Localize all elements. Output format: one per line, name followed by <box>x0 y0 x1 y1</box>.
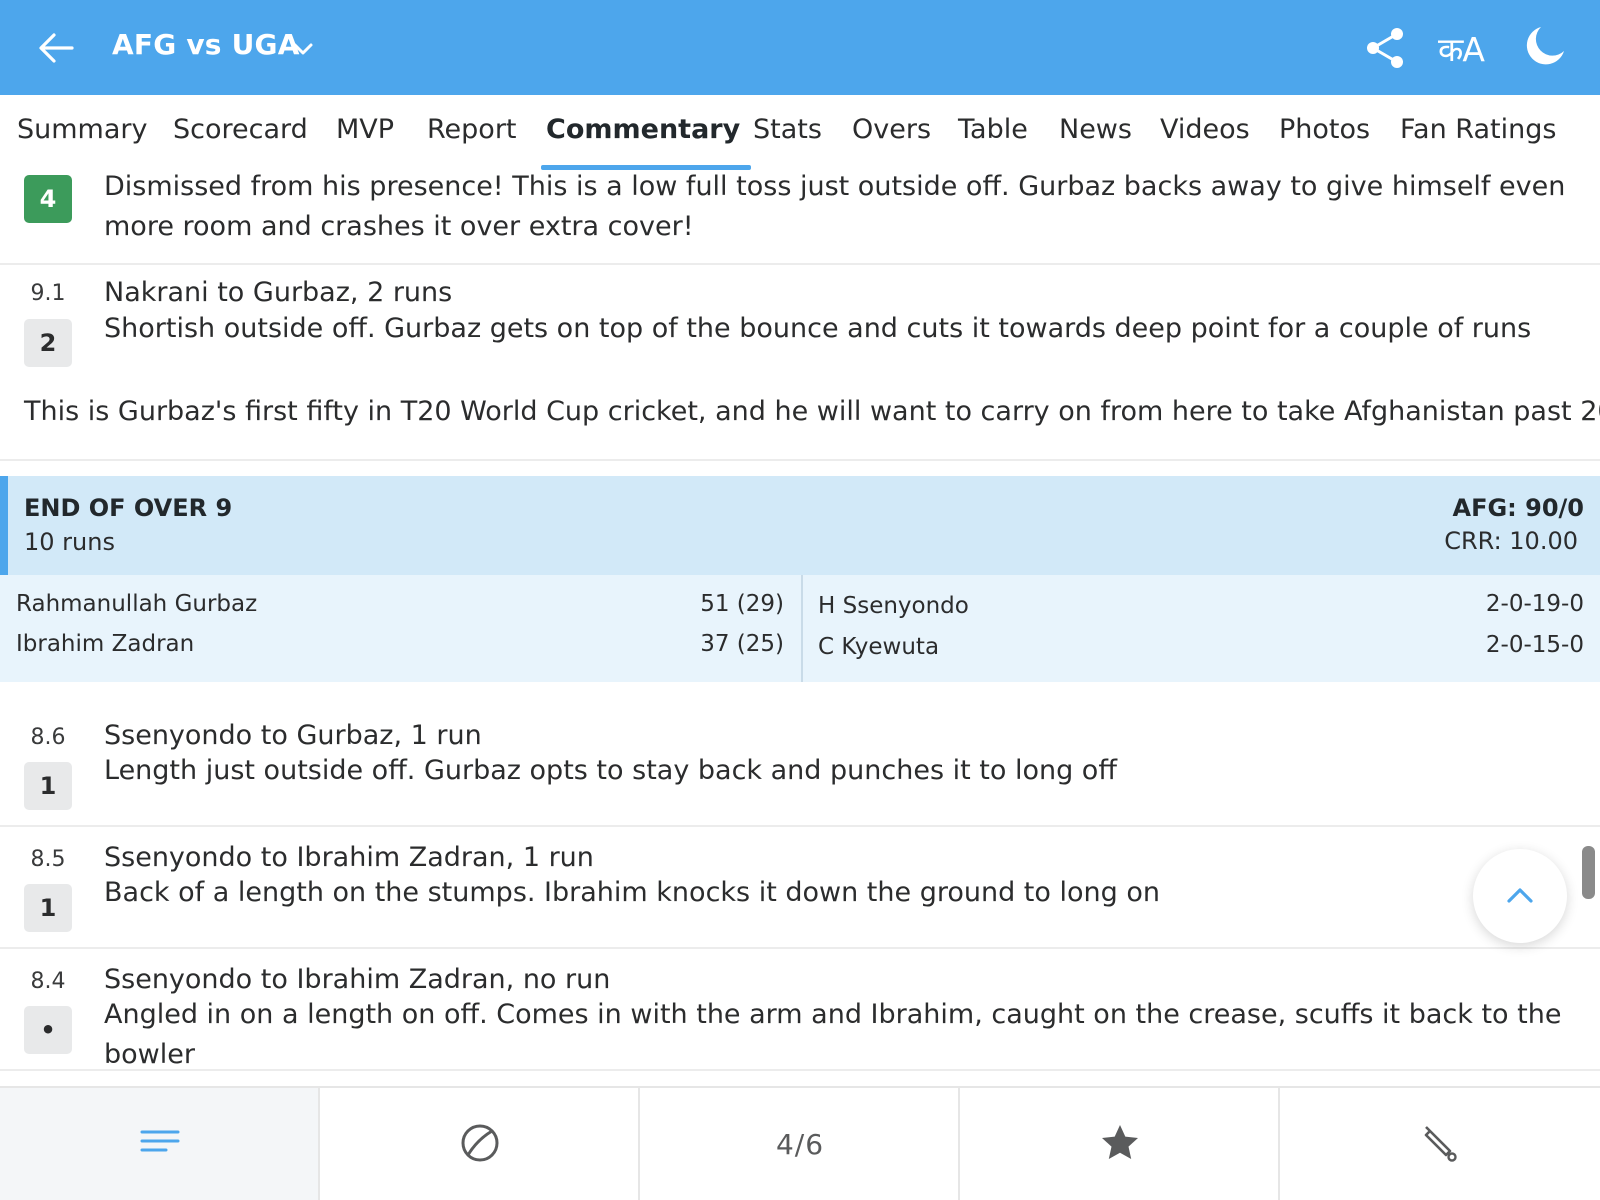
bottom-nav-batting[interactable] <box>1280 1088 1600 1200</box>
scroll-to-top-button[interactable] <box>1473 849 1567 943</box>
commentary-title: Nakrani to Gurbaz, 2 runs <box>104 277 453 308</box>
batter-name: Ibrahim Zadran <box>16 631 195 657</box>
commentary-item: 8.6 1 Ssenyondo to Gurbaz, 1 run Length … <box>0 709 1600 827</box>
runs-badge: 4 <box>24 175 72 223</box>
commentary-note: This is Gurbaz's first fifty in T20 Worl… <box>24 396 1600 427</box>
tab-fan-ratings[interactable]: Fan Ratings <box>1400 114 1556 145</box>
current-run-rate: CRR: 10.00 <box>1444 527 1578 555</box>
commentary-item: 8.5 1 Ssenyondo to Ibrahim Zadran, 1 run… <box>0 827 1600 949</box>
over-runs: 10 runs <box>24 528 115 556</box>
bowler-figures: 2-0-19-0 <box>1485 591 1584 617</box>
commentary-title: Ssenyondo to Gurbaz, 1 run <box>104 720 482 751</box>
tab-commentary[interactable]: Commentary <box>546 114 740 145</box>
commentary-item: 8.4 • Ssenyondo to Ibrahim Zadran, no ru… <box>0 949 1600 1071</box>
commentary-title: Ssenyondo to Ibrahim Zadran, no run <box>104 964 611 995</box>
chevron-down-icon[interactable] <box>290 36 316 62</box>
commentary-text: Dismissed from his presence! This is a l… <box>104 171 1566 242</box>
tab-mvp[interactable]: MVP <box>336 114 394 145</box>
bowler-name: H Ssenyondo <box>818 593 969 619</box>
bowler-figures: 2-0-15-0 <box>1485 632 1584 658</box>
cricket-ball-icon <box>461 1124 499 1162</box>
tab-summary[interactable]: Summary <box>17 114 147 145</box>
column-divider <box>801 575 803 682</box>
tab-stats[interactable]: Stats <box>753 114 822 145</box>
commentary-title: Ssenyondo to Ibrahim Zadran, 1 run <box>104 842 594 873</box>
bowler-name: C Kyewuta <box>818 634 940 660</box>
commentary-text: Angled in on a length on off. Comes in w… <box>104 999 1562 1070</box>
bottom-nav-commentary[interactable] <box>0 1088 320 1200</box>
tab-videos[interactable]: Videos <box>1160 114 1250 145</box>
back-arrow-icon[interactable] <box>36 28 76 68</box>
bottom-nav-highlights[interactable] <box>960 1088 1280 1200</box>
commentary-lines-icon <box>140 1130 180 1152</box>
batter-stat: 37 (25) <box>700 631 784 657</box>
share-icon[interactable] <box>1364 26 1406 70</box>
tab-report[interactable]: Report <box>427 114 517 145</box>
runs-badge: 1 <box>24 762 72 810</box>
tab-scorecard[interactable]: Scorecard <box>173 114 308 145</box>
top-app-bar: AFG vs UGA कA <box>0 0 1600 95</box>
chevron-up-icon <box>1507 888 1533 903</box>
batter-stat: 51 (29) <box>700 591 784 617</box>
commentary-text: Back of a length on the stumps. Ibrahim … <box>104 877 1160 908</box>
commentary-text: Length just outside off. Gurbaz opts to … <box>104 755 1117 786</box>
ball-number: 9.1 <box>30 281 66 306</box>
commentary-text: Shortish outside off. Gurbaz gets on top… <box>104 313 1532 344</box>
end-of-over-summary: END OF OVER 9 10 runs AFG: 90/0 CRR: 10.… <box>0 476 1600 682</box>
ball-number: 8.4 <box>30 969 66 994</box>
match-title[interactable]: AFG vs UGA <box>112 28 300 61</box>
tab-photos[interactable]: Photos <box>1279 114 1370 145</box>
team-score: AFG: 90/0 <box>1452 494 1584 522</box>
boundaries-label: 4/6 <box>775 1128 825 1161</box>
runs-badge: 2 <box>24 319 72 367</box>
end-of-over-title: END OF OVER 9 <box>24 494 233 522</box>
ball-number: 8.5 <box>30 847 66 872</box>
scrollbar-thumb[interactable] <box>1582 846 1595 899</box>
tab-news[interactable]: News <box>1059 114 1132 145</box>
tab-table[interactable]: Table <box>958 114 1028 145</box>
commentary-item: 4 Dismissed from his presence! This is a… <box>0 171 1600 265</box>
bottom-nav-ball[interactable] <box>320 1088 640 1200</box>
cricket-bat-icon <box>1424 1126 1457 1162</box>
star-icon <box>1102 1125 1138 1159</box>
commentary-item: 9.1 2 Nakrani to Gurbaz, 2 runs Shortish… <box>0 265 1600 461</box>
bottom-nav-boundaries[interactable]: 4/6 <box>640 1088 960 1200</box>
end-of-over-players: Rahmanullah Gurbaz 51 (29) Ibrahim Zadra… <box>0 575 1600 682</box>
tab-overs[interactable]: Overs <box>852 114 931 145</box>
batter-name: Rahmanullah Gurbaz <box>16 591 258 617</box>
dark-mode-moon-icon[interactable] <box>1523 24 1567 68</box>
end-of-over-header: END OF OVER 9 10 runs AFG: 90/0 CRR: 10.… <box>0 476 1600 575</box>
language-toggle[interactable]: कA <box>1438 26 1485 71</box>
ball-number: 8.6 <box>30 725 66 750</box>
section-tabs: Summary Scorecard MVP Report Commentary … <box>0 95 1600 175</box>
bottom-navigation: 4/6 <box>0 1086 1600 1200</box>
runs-badge: • <box>24 1006 72 1054</box>
runs-badge: 1 <box>24 884 72 932</box>
